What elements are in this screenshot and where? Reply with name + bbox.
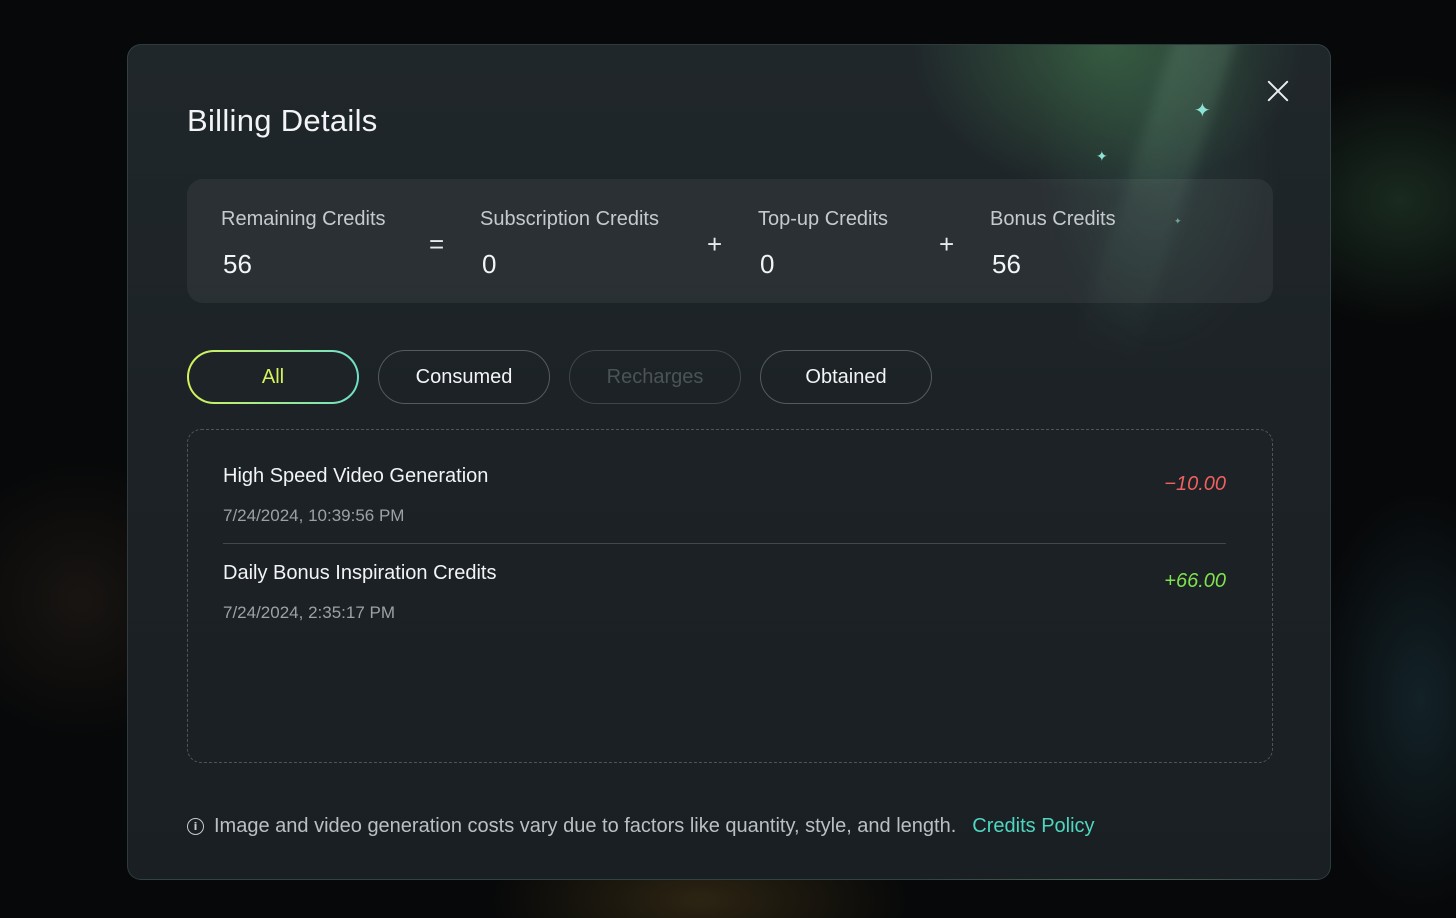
transaction-title: High Speed Video Generation — [223, 465, 489, 487]
transaction-date: 7/24/2024, 10:39:56 PM — [223, 506, 405, 525]
sparkle-icon: ✦ — [1194, 100, 1211, 122]
footer-note: i Image and video generation costs vary … — [187, 813, 1095, 839]
plus-sign: + — [939, 229, 955, 259]
list-item: Daily Bonus Inspiration Credits 7/24/202… — [223, 562, 1226, 659]
billing-details-modal: ✦ ✦ ✦ Billing Details Remaining Credits … — [127, 44, 1331, 880]
tab-consumed[interactable]: Consumed — [378, 350, 550, 404]
transaction-amount: −10.00 — [1164, 473, 1226, 495]
close-icon[interactable] — [1264, 77, 1292, 105]
subscription-credits-label: Subscription Credits — [480, 208, 659, 230]
tab-recharges[interactable]: Recharges — [569, 350, 741, 404]
transaction-list: High Speed Video Generation 7/24/2024, 1… — [187, 429, 1273, 763]
subscription-credits-value: 0 — [482, 249, 497, 279]
topup-credits-label: Top-up Credits — [758, 208, 889, 230]
bonus-credits-label: Bonus Credits — [990, 208, 1116, 230]
divider — [223, 543, 1226, 544]
footer-note-text: Image and video generation costs vary du… — [214, 814, 957, 837]
info-icon: i — [187, 817, 204, 835]
credits-policy-link[interactable]: Credits Policy — [972, 815, 1094, 838]
equals-sign: = — [429, 229, 445, 259]
modal-title: Billing Details — [187, 103, 378, 138]
transaction-date: 7/24/2024, 2:35:17 PM — [223, 603, 396, 622]
tab-obtained[interactable]: Obtained — [760, 350, 932, 404]
remaining-credits-label: Remaining Credits — [221, 208, 386, 230]
topup-credits-value: 0 — [760, 249, 775, 279]
transaction-title: Daily Bonus Inspiration Credits — [223, 562, 497, 584]
credits-summary-panel: Remaining Credits 56 = Subscription Cred… — [187, 179, 1273, 303]
plus-sign: + — [707, 229, 723, 259]
remaining-credits-value: 56 — [223, 249, 252, 279]
tab-all[interactable]: All — [187, 350, 359, 404]
list-item: High Speed Video Generation 7/24/2024, 1… — [223, 465, 1226, 562]
bonus-credits-value: 56 — [992, 249, 1021, 279]
transaction-amount: +66.00 — [1164, 570, 1226, 592]
sparkle-icon: ✦ — [1096, 148, 1108, 164]
